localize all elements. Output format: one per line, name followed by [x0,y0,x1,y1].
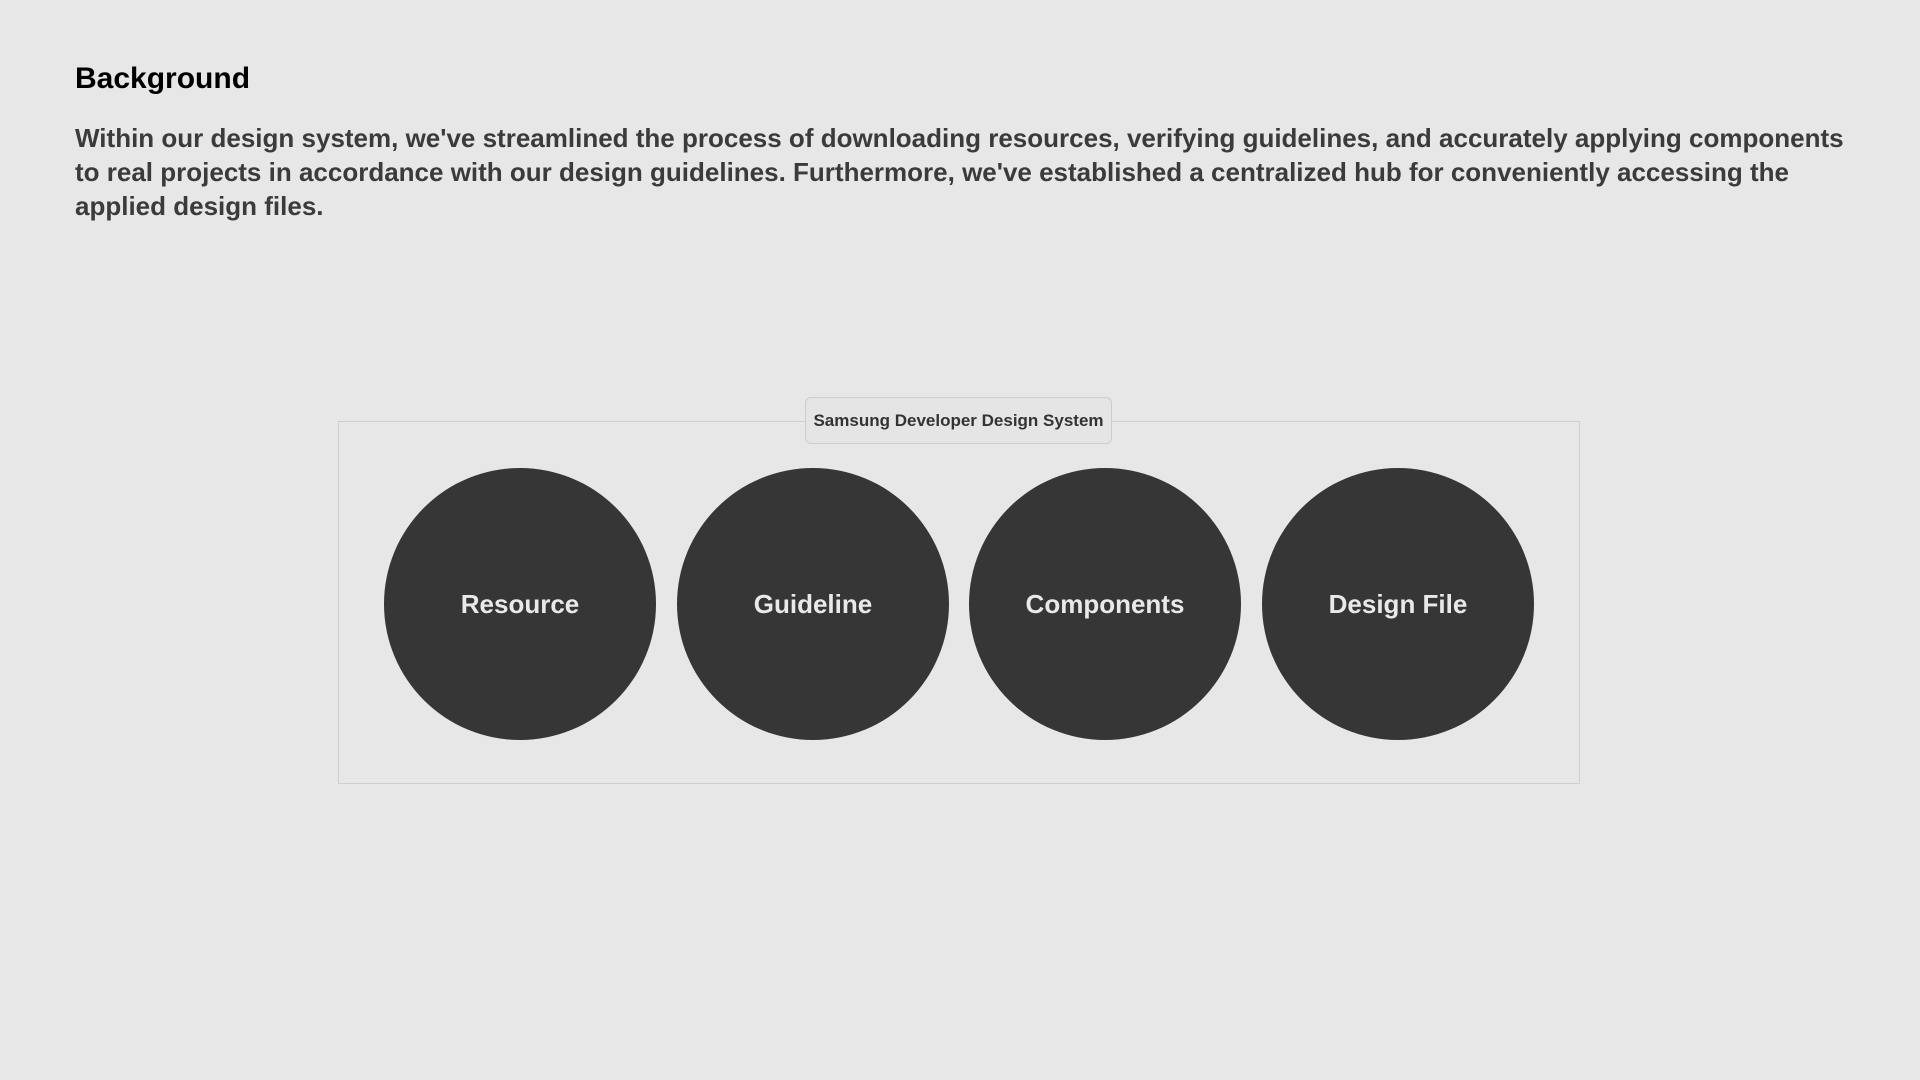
design-system-label: Samsung Developer Design System [805,397,1112,444]
design-file-node[interactable]: Design File [1262,468,1534,740]
guideline-node[interactable]: Guideline [677,468,949,740]
resource-node-label: Resource [460,588,580,619]
components-node[interactable]: Components [969,468,1241,740]
components-node-label: Components [1025,588,1185,619]
guideline-node-label: Guideline [753,588,873,619]
section-title: Background [75,62,251,95]
section-description: Within our design system, we've streamli… [75,123,1844,221]
resource-node[interactable]: Resource [384,468,656,740]
design-file-node-label: Design File [1328,588,1468,619]
